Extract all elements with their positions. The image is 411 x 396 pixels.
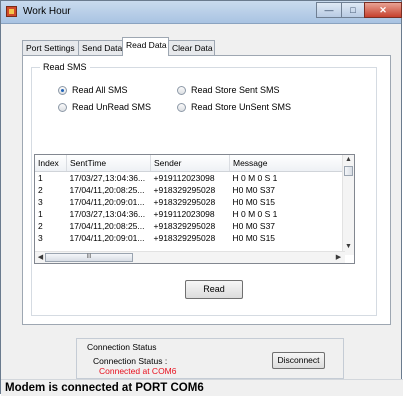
column-header-sender[interactable]: Sender	[150, 155, 230, 172]
cell-message: H0 M0 S15	[232, 197, 276, 207]
table-header-row: Index SentTime Sender Message	[35, 155, 345, 172]
radio-label: Read UnRead SMS	[72, 102, 152, 112]
table-row[interactable]: 2 17/04/11,20:08:25... +918329295028 H0 …	[35, 184, 345, 196]
tab-send-data[interactable]: Send Data	[78, 40, 123, 55]
read-sms-group-title: Read SMS	[40, 62, 90, 72]
scroll-up-arrow-icon[interactable]: ▲	[343, 156, 354, 163]
window-title: Work Hour	[23, 6, 71, 17]
table-row[interactable]: 3 17/04/11,20:09:01... +918329295028 H0 …	[35, 232, 345, 244]
scroll-down-arrow-icon[interactable]: ▼	[343, 243, 354, 250]
tab-read-data[interactable]: Read Data	[122, 37, 169, 56]
cell-index: 3	[38, 233, 43, 243]
table-row[interactable]: 3 17/04/11,20:09:01... +918329295028 H0 …	[35, 196, 345, 208]
vertical-scrollbar[interactable]: ▲ ▼	[342, 155, 354, 255]
radio-unchecked-icon	[177, 85, 186, 95]
radio-label: Read Store Sent SMS	[191, 85, 280, 95]
cell-sender: +919112023098	[153, 209, 215, 219]
cell-index: 1	[38, 173, 43, 183]
cell-index: 2	[38, 185, 43, 195]
tab-port-settings[interactable]: Port Settings	[22, 40, 79, 55]
main-window: Work Hour — □ ✕ Port Settings Send Data …	[0, 0, 403, 396]
cell-message: H0 M0 S15	[232, 233, 276, 243]
app-icon	[6, 6, 17, 17]
cell-senttime: 17/03/27,13:04:36...	[69, 173, 146, 183]
radio-read-unread-sms[interactable]: Read UnRead SMS	[58, 102, 151, 112]
cell-message: H 0 M 0 S 1	[232, 173, 278, 183]
cell-message: H0 M0 S37	[232, 185, 276, 195]
radio-read-store-sent-sms[interactable]: Read Store Sent SMS	[177, 85, 280, 95]
radio-checked-icon	[58, 85, 67, 95]
horizontal-scrollbar[interactable]: ◀ III ▶	[35, 251, 345, 263]
column-header-senttime[interactable]: SentTime	[66, 155, 151, 172]
cell-sender: +918329295028	[153, 221, 216, 231]
vertical-scroll-thumb[interactable]	[344, 166, 353, 176]
cell-senttime: 17/03/27,13:04:36...	[69, 209, 146, 219]
column-header-index[interactable]: Index	[35, 155, 67, 172]
cell-index: 2	[38, 221, 43, 231]
read-button[interactable]: Read	[185, 280, 243, 299]
cell-senttime: 17/04/11,20:08:25...	[69, 221, 145, 231]
column-header-message[interactable]: Message	[229, 155, 345, 172]
cell-sender: +918329295028	[153, 197, 216, 207]
title-bar[interactable]: Work Hour — □ ✕	[1, 1, 402, 24]
connection-status-value: Connected at COM6	[99, 366, 177, 376]
disconnect-button[interactable]: Disconnect	[272, 352, 325, 369]
cell-sender: +918329295028	[153, 233, 216, 243]
cell-sender: +919112023098	[153, 173, 215, 183]
cell-index: 3	[38, 197, 43, 207]
cell-sender: +918329295028	[153, 185, 216, 195]
horizontal-scroll-thumb[interactable]: III	[45, 253, 133, 262]
radio-label: Read Store UnSent SMS	[191, 102, 292, 112]
minimize-button[interactable]: —	[316, 2, 342, 18]
radio-unchecked-icon	[58, 102, 67, 112]
connection-status-label: Connection Status :	[93, 356, 168, 366]
cell-senttime: 17/04/11,20:09:01...	[69, 233, 145, 243]
table-row[interactable]: 1 17/03/27,13:04:36... +919112023098 H 0…	[35, 208, 345, 220]
close-button[interactable]: ✕	[364, 2, 402, 18]
cell-senttime: 17/04/11,20:09:01...	[69, 197, 145, 207]
table-row[interactable]: 1 17/03/27,13:04:36... +919112023098 H 0…	[35, 172, 345, 185]
scroll-right-arrow-icon[interactable]: ▶	[333, 253, 344, 261]
table-row[interactable]: 2 17/04/11,20:08:25... +918329295028 H0 …	[35, 220, 345, 232]
cell-message: H 0 M 0 S 1	[232, 209, 278, 219]
radio-read-all-sms[interactable]: Read All SMS	[58, 85, 128, 95]
radio-unchecked-icon	[177, 102, 186, 112]
radio-read-store-unsent-sms[interactable]: Read Store UnSent SMS	[177, 102, 291, 112]
connection-group-title: Connection Status	[87, 342, 157, 352]
sms-data-grid[interactable]: Index SentTime Sender Message 1 17/03/27…	[34, 154, 355, 264]
cell-message: H0 M0 S37	[232, 221, 276, 231]
cell-senttime: 17/04/11,20:08:25...	[69, 185, 145, 195]
sms-table: Index SentTime Sender Message 1 17/03/27…	[35, 155, 345, 244]
radio-label: Read All SMS	[72, 85, 128, 95]
cell-index: 1	[38, 209, 43, 219]
tab-clear-data[interactable]: Clear Data	[168, 40, 215, 55]
status-bar: Modem is connected at PORT COM6	[1, 379, 403, 396]
connection-status-group: Connection Status Connection Status : Co…	[76, 338, 344, 379]
maximize-button[interactable]: □	[341, 2, 365, 18]
